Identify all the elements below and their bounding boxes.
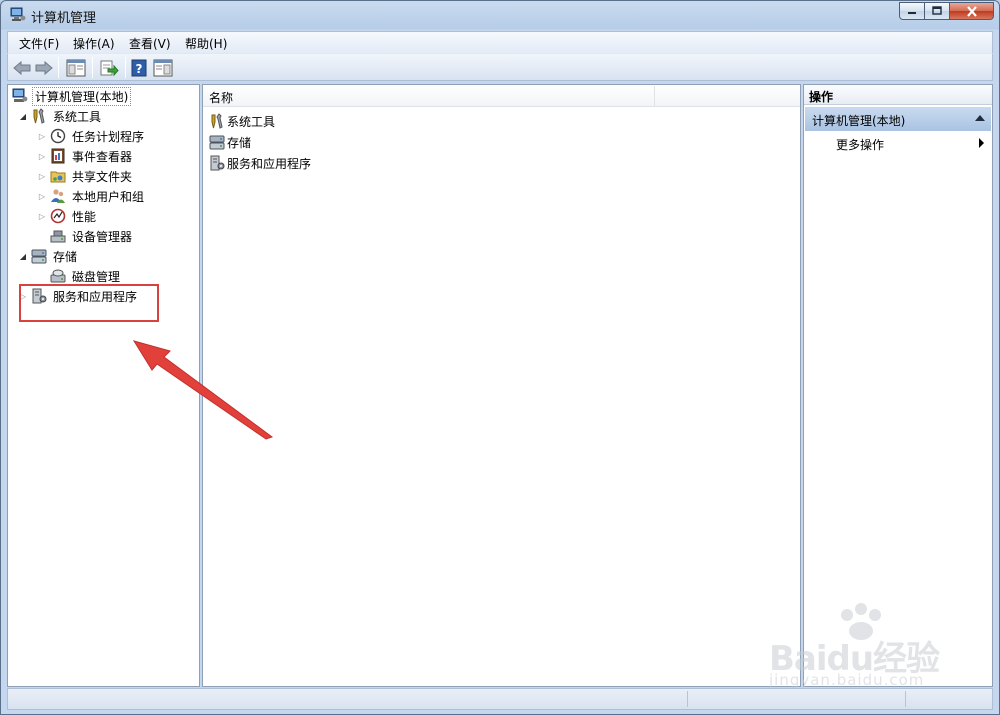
performance-icon: [50, 208, 66, 224]
users-group-icon: [50, 188, 66, 204]
red-highlight-box: [19, 284, 159, 322]
menu-help[interactable]: 帮助(H): [185, 35, 227, 52]
collapsed-arrow-icon[interactable]: ▷: [37, 132, 47, 141]
tree-item-label: 磁盘管理: [72, 269, 121, 284]
tree-item-label: 性能: [72, 209, 97, 224]
window-controls: [899, 2, 994, 20]
tree-item-label: 事件查看器: [72, 149, 133, 164]
tree-item-device-manager[interactable]: 设备管理器: [50, 227, 134, 245]
tree-item-label: 任务计划程序: [72, 129, 145, 144]
forward-button[interactable]: [34, 58, 54, 77]
help-icon: ?: [131, 59, 147, 76]
list-item[interactable]: 存储: [209, 133, 251, 151]
window-title: 计算机管理: [31, 11, 97, 26]
computer-management-window: 计算机管理 文件(F) 操作(A) 查看(V) 帮助(H) ? 计算机管理(本地…: [0, 0, 1000, 715]
list-item[interactable]: 系统工具: [209, 112, 275, 130]
clock-icon: [50, 128, 66, 144]
toolbar: ?: [7, 53, 993, 81]
computer-management-icon: [12, 88, 28, 104]
tree-item-performance[interactable]: ▷ 性能: [37, 207, 98, 225]
computer-management-app-icon: [9, 7, 26, 22]
tree-item-storage[interactable]: ◢ 存储: [18, 247, 79, 265]
show-hide-action-pane-button[interactable]: [152, 58, 174, 77]
menu-bar: 文件(F) 操作(A) 查看(V) 帮助(H): [7, 31, 993, 53]
result-list-pane[interactable]: 名称 系统工具 存储 服务和应用程序: [202, 84, 801, 687]
tree-item-label: 系统工具: [53, 109, 102, 124]
system-tools-icon: [209, 113, 225, 129]
tree-item-disk-management[interactable]: 磁盘管理: [50, 267, 122, 285]
actions-pane: 操作 计算机管理(本地) 更多操作: [803, 84, 993, 687]
tree-item-label: 共享文件夹: [72, 169, 133, 184]
event-viewer-icon: [50, 148, 66, 164]
tree-item-system-tools[interactable]: ◢ 系统工具: [18, 107, 103, 125]
column-divider[interactable]: [654, 86, 655, 106]
actions-section-computer-management[interactable]: 计算机管理(本地): [805, 107, 991, 131]
menu-action[interactable]: 操作(A): [73, 35, 115, 52]
status-bar-divider: [687, 691, 688, 707]
submenu-arrow-icon[interactable]: [979, 138, 984, 148]
shared-folder-icon: [50, 168, 66, 184]
watermark-url: jingyan.baidu.com: [769, 671, 925, 689]
services-applications-icon: [209, 155, 225, 171]
toolbar-separator: [92, 57, 93, 78]
show-hide-action-pane-icon: [153, 59, 173, 76]
actions-section-label: 计算机管理(本地): [812, 114, 906, 128]
close-icon: [966, 5, 977, 17]
actions-header: 操作: [804, 85, 992, 105]
show-hide-console-tree-icon: [66, 59, 86, 76]
collapsed-arrow-icon[interactable]: ▷: [37, 192, 47, 201]
list-item[interactable]: 服务和应用程序: [209, 154, 311, 172]
list-item-label: 服务和应用程序: [227, 156, 312, 171]
toolbar-separator: [58, 57, 59, 78]
baidu-watermark: Baidu经验 jingyan.baidu.com: [763, 603, 953, 695]
collapsed-arrow-icon[interactable]: ▷: [37, 172, 47, 181]
tree-item-shared-folders[interactable]: ▷ 共享文件夹: [37, 167, 134, 185]
menu-view[interactable]: 查看(V): [129, 35, 171, 52]
show-hide-console-tree-button[interactable]: [65, 58, 87, 77]
collapse-up-icon[interactable]: [975, 115, 985, 121]
maximize-icon: [932, 6, 942, 15]
minimize-icon: [908, 12, 916, 14]
tree-item-task-scheduler[interactable]: ▷ 任务计划程序: [37, 127, 146, 145]
tree-item-computer-management-local[interactable]: 计算机管理(本地): [12, 86, 132, 106]
back-icon: [13, 60, 31, 75]
back-button[interactable]: [12, 58, 32, 77]
list-item-label: 存储: [227, 135, 252, 150]
list-column-header: 名称: [203, 85, 800, 107]
maximize-button[interactable]: [925, 2, 950, 20]
storage-icon: [31, 248, 47, 264]
export-list-button[interactable]: [98, 58, 120, 77]
storage-icon: [209, 134, 225, 150]
title-bar[interactable]: 计算机管理: [1, 1, 999, 30]
device-manager-icon: [50, 228, 66, 244]
tree-item-label: 设备管理器: [72, 229, 133, 244]
red-annotation-arrow: [132, 340, 274, 440]
list-item-label: 系统工具: [227, 114, 276, 129]
disk-management-icon: [50, 268, 66, 284]
collapsed-arrow-icon[interactable]: ▷: [37, 152, 47, 161]
column-header-name[interactable]: 名称: [209, 89, 233, 106]
help-button[interactable]: ?: [130, 58, 148, 77]
tree-item-label: 计算机管理(本地): [32, 86, 132, 106]
minimize-button[interactable]: [899, 2, 925, 20]
tree-item-label: 本地用户和组: [72, 189, 145, 204]
menu-file[interactable]: 文件(F): [19, 35, 59, 52]
more-actions-item[interactable]: 更多操作: [836, 136, 884, 153]
forward-icon: [35, 60, 53, 75]
tree-item-event-viewer[interactable]: ▷ 事件查看器: [37, 147, 134, 165]
system-tools-icon: [31, 108, 47, 124]
tree-item-local-users-groups[interactable]: ▷ 本地用户和组: [37, 187, 146, 205]
toolbar-separator: [125, 57, 126, 78]
close-button[interactable]: [950, 2, 994, 20]
tree-item-label: 存储: [53, 249, 78, 264]
expanded-arrow-icon[interactable]: ◢: [18, 112, 28, 121]
export-list-icon: [100, 60, 119, 76]
collapsed-arrow-icon[interactable]: ▷: [37, 212, 47, 221]
expanded-arrow-icon[interactable]: ◢: [18, 252, 28, 261]
svg-text:?: ?: [136, 62, 143, 76]
